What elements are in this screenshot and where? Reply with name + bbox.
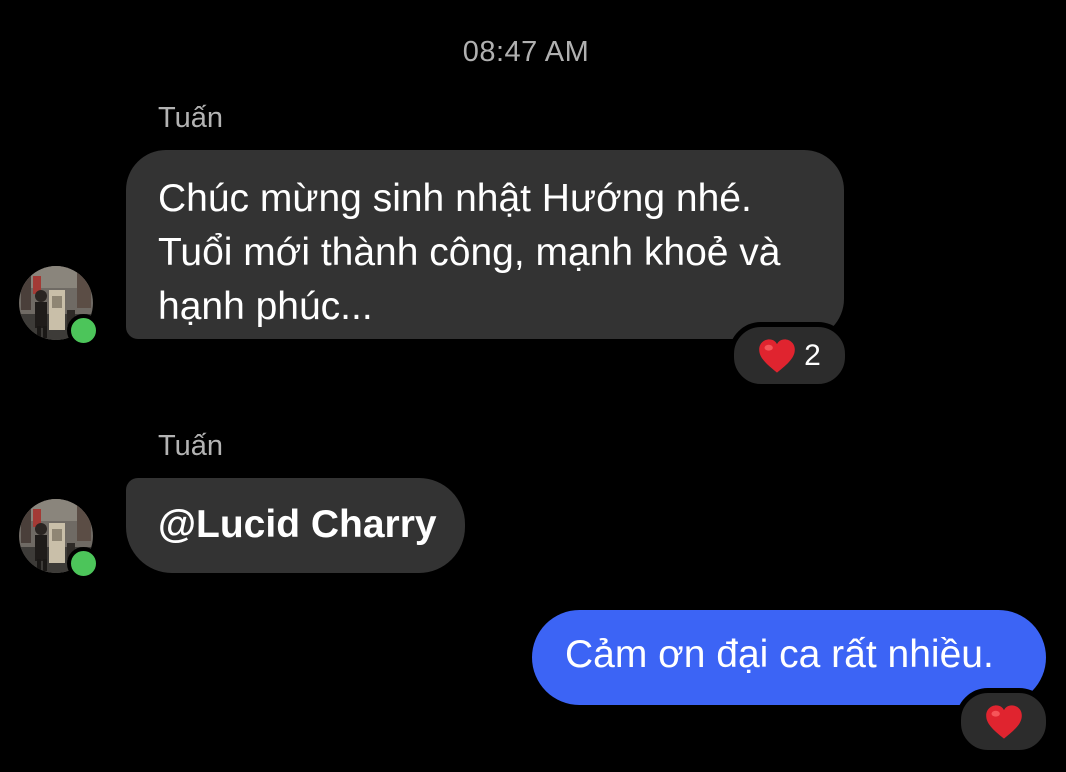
online-status-dot — [67, 547, 100, 580]
online-status-dot — [67, 314, 100, 347]
heart-icon — [985, 704, 1022, 739]
message-text-line: hạnh phúc... — [158, 285, 373, 328]
message-text: Cảm ơn đại ca rất nhiều. — [565, 633, 994, 676]
chat-screen: 08:47 AM Tuấn Chúc mừng sinh nhật Hướng … — [0, 0, 1066, 772]
reaction-count: 2 — [804, 338, 821, 372]
incoming-message-bubble[interactable]: @Lucid Charry — [126, 478, 465, 573]
sender-name: Tuấn — [158, 102, 224, 134]
heart-icon — [759, 338, 795, 373]
message-text-line: Chúc mừng sinh nhật Hướng nhé. — [158, 177, 752, 220]
outgoing-message-bubble[interactable]: Cảm ơn đại ca rất nhiều. — [532, 610, 1046, 705]
sender-name: Tuấn — [158, 430, 224, 462]
message-timestamp: 08:47 AM — [462, 36, 590, 68]
mention-text[interactable]: @Lucid Charry — [158, 503, 437, 546]
message-text-line: Tuổi mới thành công, mạnh khoẻ và — [158, 231, 781, 274]
incoming-message-bubble[interactable]: Chúc mừng sinh nhật Hướng nhé. Tuổi mới … — [126, 150, 844, 339]
reaction-badge[interactable]: 2 — [729, 322, 850, 389]
reaction-badge[interactable] — [956, 688, 1051, 755]
